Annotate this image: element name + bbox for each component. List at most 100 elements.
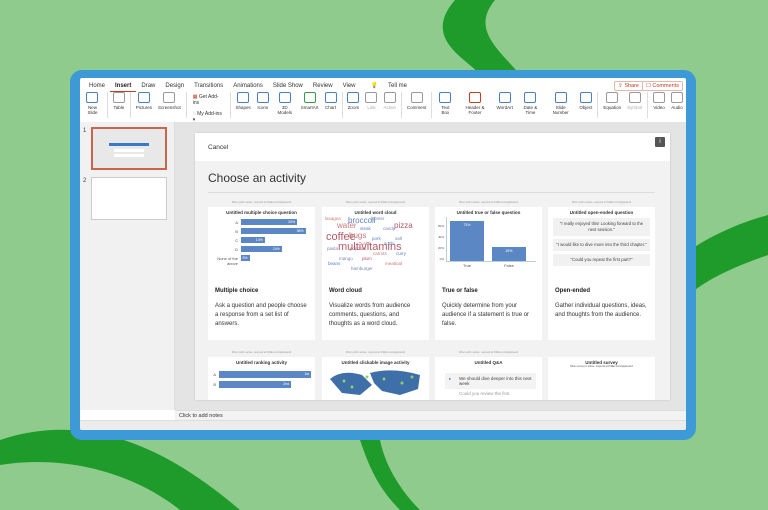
word-cloud-preview: Untitled word cloud lasagna broccoli lobst…	[322, 207, 429, 279]
video-icon	[653, 92, 666, 103]
activity-card-true-false[interactable]: When poll is active, respond at PollEv.c…	[435, 201, 542, 340]
polleverywhere-addin-panel: Cancel i Choose an activity When poll is…	[195, 133, 670, 400]
card-description: Visualize words from audience comments, …	[329, 303, 411, 327]
picture-icon	[137, 92, 150, 103]
object-button[interactable]: Object	[579, 92, 592, 110]
smartart-button[interactable]: SmartArt	[301, 92, 319, 110]
word-cloud-word: candy	[383, 226, 396, 231]
comment-button[interactable]: Comment	[407, 92, 426, 110]
tab-design[interactable]: Design	[160, 81, 189, 92]
word-cloud-word: water	[337, 221, 357, 230]
shapes-button[interactable]: Shapes	[235, 92, 251, 110]
word-cloud-word: bugs	[349, 231, 367, 240]
share-button[interactable]: ⇪ Share	[614, 81, 643, 91]
slide-number: 1	[83, 128, 87, 134]
word-cloud-word: meatloaf	[385, 261, 403, 266]
multiple-choice-preview: Untitled multiple choice question A 33% B 3…	[208, 207, 315, 279]
screenshot-icon	[163, 92, 176, 103]
bar-label: D	[235, 247, 238, 252]
comments-button[interactable]: ☐ Comments	[641, 81, 683, 91]
chart-button[interactable]: Chart	[324, 92, 337, 110]
qa-question: Could you review the first	[459, 391, 510, 396]
bar-label: None of the above	[217, 256, 238, 266]
tab-review[interactable]: Review	[308, 81, 338, 92]
bar-label: B	[213, 382, 216, 387]
video-button[interactable]: Video	[653, 92, 666, 110]
get-addins-button[interactable]: ▦ Get Add-ins	[193, 94, 224, 106]
respond-hint: When poll is active, respond at PollEv.c…	[458, 201, 519, 204]
slide-number-button[interactable]: Slide Number	[548, 92, 573, 115]
divider	[229, 92, 231, 118]
word-cloud-word: plum	[362, 256, 372, 261]
zoom-icon	[347, 92, 360, 103]
response-quote: "I really enjoyed this! Looking forward …	[553, 218, 650, 236]
tab-home[interactable]: Home	[84, 81, 110, 92]
respond-hint: When poll is active, respond at PollEv.c…	[345, 201, 406, 204]
pictures-button[interactable]: Pictures	[136, 92, 152, 110]
notes-field[interactable]: Click to add notes	[175, 410, 686, 420]
word-cloud-word: carrots	[373, 251, 387, 256]
bar: 5%	[241, 255, 250, 261]
new-slide-button[interactable]: New Slide	[83, 92, 102, 115]
tell-me-search[interactable]: 💡 Tell me	[361, 81, 418, 92]
respond-hint: When poll is active, respond at PollEv.c…	[345, 351, 406, 354]
info-icon[interactable]: i	[655, 137, 665, 147]
preview-subtitle: When survey is active, respond at PollEv…	[570, 365, 633, 368]
bar-label: C	[235, 238, 238, 243]
smartart-icon	[303, 92, 316, 103]
tab-view[interactable]: View	[338, 81, 361, 92]
slide-thumbnail-2[interactable]	[91, 177, 167, 220]
divider	[647, 92, 649, 118]
preview-title: Untitled survey	[585, 360, 618, 365]
card-title: True or false	[442, 288, 478, 294]
table-button[interactable]: Table	[112, 92, 125, 110]
divider	[185, 92, 187, 118]
tab-slide-show[interactable]: Slide Show	[268, 81, 308, 92]
cancel-button[interactable]: Cancel	[208, 144, 228, 151]
tab-insert[interactable]: Insert	[110, 81, 137, 92]
y-tick-label: 20%	[437, 246, 444, 250]
respond-hint: When poll is active, respond at PollEv.c…	[231, 201, 292, 204]
tab-animations[interactable]: Animations	[228, 81, 268, 92]
slide-thumbnail-1[interactable]	[91, 127, 167, 170]
slide-number-icon	[554, 92, 567, 103]
wordart-button[interactable]: WordArt	[496, 92, 513, 110]
text-box-button[interactable]: Text Box	[437, 92, 453, 115]
divider	[597, 92, 599, 118]
header-footer-button[interactable]: Header & Footer	[459, 92, 490, 115]
new-slide-icon	[86, 92, 99, 103]
true-false-preview: Untitled true or false question 0% 20% 40%…	[435, 207, 542, 279]
activity-card-clickable-image[interactable]: When poll is active, respond at PollEv.c…	[322, 351, 429, 400]
screenshot-button[interactable]: Screenshot	[158, 92, 181, 110]
panel-header: Cancel i	[195, 133, 670, 161]
activity-card-ranking[interactable]: When poll is active, respond at PollEv.c…	[208, 351, 315, 400]
activity-card-qa[interactable]: When poll is active, respond at PollEv.c…	[435, 351, 542, 400]
card-title: Open-ended	[555, 288, 591, 294]
y-tick-label: 0%	[439, 257, 444, 261]
equation-button[interactable]: Equation	[603, 92, 621, 110]
pi-icon	[606, 92, 619, 103]
activity-card-open-ended[interactable]: When poll is active, respond at PollEv.c…	[548, 201, 655, 340]
divider	[400, 92, 402, 118]
lightbulb-icon: 💡	[370, 83, 378, 89]
activity-card-survey[interactable]: Untitled survey When survey is active, r…	[548, 357, 655, 400]
shapes-icon	[237, 92, 250, 103]
date-time-button[interactable]: Date & Time	[519, 92, 542, 115]
tab-transitions[interactable]: Transitions	[189, 81, 228, 92]
activity-card-multiple-choice[interactable]: When poll is active, respond at PollEv.c…	[208, 201, 315, 340]
word-cloud-word: mango	[339, 256, 353, 261]
zoom-button[interactable]: Zoom	[347, 92, 360, 110]
3d-models-button[interactable]: 3D Models	[275, 92, 295, 115]
symbol-button[interactable]: Symbol	[627, 92, 642, 110]
tab-draw[interactable]: Draw	[136, 81, 160, 92]
header-footer-icon	[468, 92, 481, 103]
text-box-icon	[439, 92, 452, 103]
action-button[interactable]: Action	[383, 92, 396, 110]
icons-button[interactable]: Icons	[256, 92, 269, 110]
activity-card-word-cloud[interactable]: When poll is active, respond at PollEv.c…	[322, 201, 429, 340]
card-title: Word cloud	[329, 288, 362, 294]
preview-title: Untitled clickable image activity	[341, 360, 410, 365]
audio-button[interactable]: Audio	[671, 92, 684, 110]
word-cloud-word: curry	[396, 251, 406, 256]
link-button[interactable]: Link	[365, 92, 378, 110]
